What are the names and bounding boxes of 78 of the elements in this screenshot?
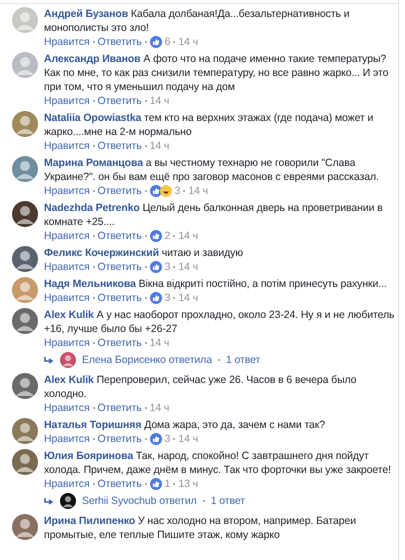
reply-link[interactable]: Ответить <box>98 291 142 305</box>
comment-time[interactable]: 13 ч <box>178 477 198 491</box>
author-name[interactable]: Александр Иванов <box>44 53 141 65</box>
comment-text: Наталья Торишняя Дома жара, это да, зачем с нами так? <box>44 418 326 432</box>
author-name[interactable]: Андрей Бузанов <box>44 8 128 20</box>
comment-text: Alex Kulik А у нас наоборот прохладно, около 23-24. Ну я и не любитель +16, лучше было бы +26-27 <box>44 308 396 336</box>
reply-arrow-icon <box>44 356 54 364</box>
thumbs-up-icon <box>150 433 162 445</box>
author-name[interactable]: Nadezhda Petrenko <box>44 202 140 214</box>
comment-time[interactable]: 14 ч <box>150 94 170 108</box>
laughing-face-icon <box>160 185 172 197</box>
thumbs-up-icon <box>150 36 162 48</box>
like-link[interactable]: Нравится <box>44 184 90 198</box>
reaction-count[interactable]: 3 <box>164 260 170 274</box>
thumbs-up-icon <box>150 185 162 197</box>
reply-link[interactable]: Ответить <box>98 94 142 108</box>
comment-time[interactable]: 14 ч <box>178 229 198 243</box>
reply-link[interactable]: Ответить <box>98 401 142 415</box>
reply-link[interactable]: Ответить <box>98 139 142 153</box>
comment-time[interactable]: 14 ч <box>178 291 198 305</box>
like-link[interactable]: Нравится <box>44 35 90 49</box>
comment-text: Ирина Пилипенко У нас холодно на втором, например. Батареи промытые, еле теплые Пишите этаж, кому жарко <box>44 514 358 542</box>
comment-time[interactable]: 14 ч <box>178 432 198 446</box>
like-link[interactable]: Нравится <box>44 94 90 108</box>
reply-link[interactable]: Ответить <box>98 229 142 243</box>
reaction-count[interactable]: 3 <box>164 432 170 446</box>
reaction-count[interactable]: 3 <box>174 184 180 198</box>
thumbs-up-icon <box>150 261 162 273</box>
comment-time[interactable]: 14 ч <box>150 336 170 350</box>
author-name[interactable]: Alex Kulik <box>44 374 94 386</box>
comment-text: Александр Иванов А фото что на подаче именно такие температуры? Как по мне, то как раз снизили температуру, но все равно жарко... И это при том, что я уменьшил подачу на дом <box>44 52 390 94</box>
like-link[interactable]: Нравится <box>44 260 90 274</box>
thumbs-up-icon <box>150 478 162 490</box>
reaction-count[interactable]: 1 <box>164 477 170 491</box>
comment-text: Андрей Бузанов Кабала долбаная!Да...безальтернативность и монополисты это зло! <box>44 7 350 35</box>
author-name[interactable]: Юлия Бояринова <box>44 450 134 462</box>
comment-time[interactable]: 14 ч <box>150 139 170 153</box>
author-name[interactable]: Надя Мельникова <box>44 278 136 290</box>
reply-count[interactable]: 1 ответ <box>210 494 245 508</box>
author-name[interactable]: Alex Kulik <box>44 309 94 321</box>
like-link[interactable]: Нравится <box>44 477 90 491</box>
reaction-count[interactable]: 2 <box>164 229 170 243</box>
comment-text: Надя Мельникова Вікна відкриті постійно, а потім принесуть рахунки... <box>44 277 388 291</box>
reply-arrow-icon <box>44 497 54 505</box>
comment-text: Alex Kulik Перепроверил, сейчас уже 26. Часов в 6 вечера было холодно. <box>44 373 358 401</box>
comment-time[interactable]: 14 ч <box>150 401 170 415</box>
reply-link[interactable]: Ответить <box>98 260 142 274</box>
reply-link[interactable]: Ответить <box>98 432 142 446</box>
reply-link[interactable]: Ответить <box>98 477 142 491</box>
reply-link[interactable]: Ответить <box>98 184 142 198</box>
reply-link[interactable]: Ответить <box>98 35 142 49</box>
replies-link[interactable]: Елена Борисенко ответила <box>82 353 212 367</box>
reaction-count[interactable]: 3 <box>164 291 170 305</box>
like-link[interactable]: Нравится <box>44 401 90 415</box>
reaction-count[interactable]: 6 <box>164 35 170 49</box>
author-name[interactable]: Марина Романцова <box>44 157 143 169</box>
like-link[interactable]: Нравится <box>44 229 90 243</box>
like-link[interactable]: Нравится <box>44 336 90 350</box>
comment-time[interactable]: 14 ч <box>188 184 208 198</box>
thumbs-up-icon <box>150 230 162 242</box>
reply-count[interactable]: 1 ответ <box>226 353 260 367</box>
comment-time[interactable]: 14 ч <box>178 260 198 274</box>
author-name[interactable]: Наталья Торишняя <box>44 419 142 431</box>
like-link[interactable]: Нравится <box>44 432 90 446</box>
comment-text: Nataliia Opowiastka тем кто на верхних этажах (где подача) может и жарко....мне на 2-м нормально <box>44 111 374 139</box>
author-name[interactable]: Феликс Кочержинский <box>44 247 159 259</box>
comment-text: Марина Романцова а вы честному технарю не говорили "Слава Украине?". он бы вам ещё про заговор масонов с евреями рассказал. <box>44 156 380 184</box>
comment-text: Nadezhda Petrenko Целый день балконная дверь на проветривании в комнате +25.... <box>44 201 384 229</box>
comment-text: Юлия Бояринова Так, народ, спокойно! С завтрашнего дня пойдут холода. Причем, даже днём в минус. Так что форточки вы уже закроете! <box>44 449 392 477</box>
reply-link[interactable]: Ответить <box>98 336 142 350</box>
author-name[interactable]: Ирина Пилипенко <box>44 515 136 527</box>
comment-time[interactable]: 14 ч <box>178 35 198 49</box>
comment-text: Феликс Кочержинский читаю и завидую <box>44 246 244 260</box>
author-name[interactable]: Nataliia Opowiastka <box>44 112 142 124</box>
like-link[interactable]: Нравится <box>44 139 90 153</box>
replies-link[interactable]: Serhii Syvochub ответил <box>82 494 197 508</box>
thumbs-up-icon <box>150 292 162 304</box>
like-link[interactable]: Нравится <box>44 291 90 305</box>
